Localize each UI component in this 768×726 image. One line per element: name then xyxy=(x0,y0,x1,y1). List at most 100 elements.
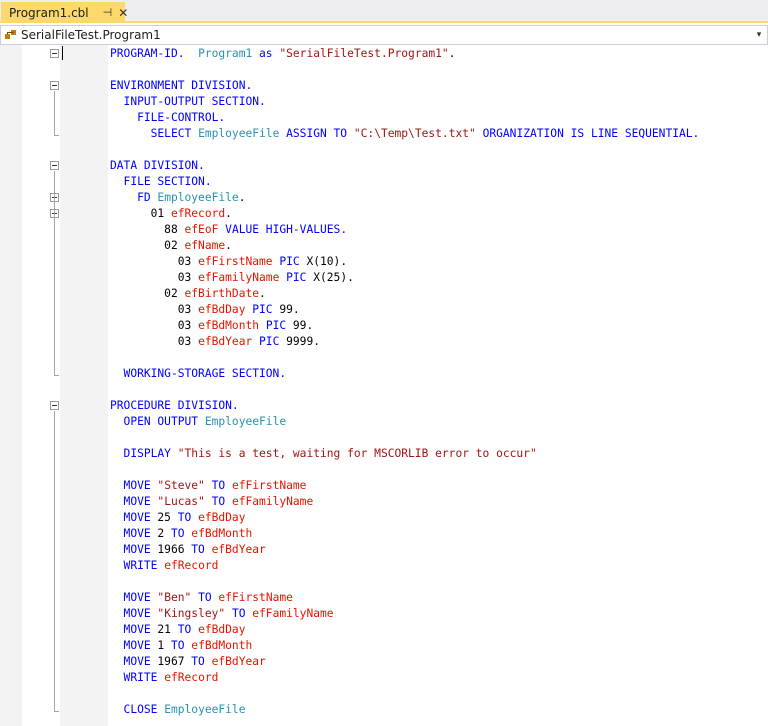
code-line[interactable]: 01 efRecord. xyxy=(0,206,768,222)
code-line-text: MOVE 1966 TO efBdYear xyxy=(110,542,266,558)
code-line[interactable]: MOVE "Lucas" TO efFamilyName xyxy=(0,494,768,510)
code-line[interactable]: MOVE 1 TO efBdMonth xyxy=(0,638,768,654)
code-line[interactable]: 03 efFirstName PIC X(10). xyxy=(0,254,768,270)
code-token: PIC xyxy=(286,271,307,284)
code-line[interactable]: MOVE 2 TO efBdMonth xyxy=(0,526,768,542)
code-token: "This is a test, waiting for MSCORLIB er… xyxy=(177,447,537,460)
code-line[interactable]: MOVE "Kingsley" TO efFamilyName xyxy=(0,606,768,622)
code-editor[interactable]: PROGRAM-ID. Program1 as "SerialFileTest.… xyxy=(0,45,768,726)
code-line[interactable]: CLOSE EmployeeFile xyxy=(0,702,768,718)
code-line[interactable]: DISPLAY "This is a test, waiting for MSC… xyxy=(0,446,768,462)
code-line-text: CLOSE EmployeeFile xyxy=(110,702,246,718)
code-line[interactable]: PROCEDURE DIVISION. xyxy=(0,398,768,414)
chevron-down-icon[interactable]: ▾ xyxy=(751,30,767,40)
code-line[interactable]: 03 efBdMonth PIC 99. xyxy=(0,318,768,334)
code-line[interactable]: WORKING-STORAGE SECTION. xyxy=(0,366,768,382)
code-token: as xyxy=(259,47,273,60)
code-line[interactable]: 03 efBdDay PIC 99. xyxy=(0,302,768,318)
code-token: efBdDay xyxy=(198,623,246,636)
code-line[interactable]: WRITE efRecord xyxy=(0,670,768,686)
code-token: MOVE xyxy=(123,591,151,604)
code-token: efRecord xyxy=(170,207,226,220)
code-line-text: INPUT-OUTPUT SECTION. xyxy=(110,94,266,110)
code-line[interactable]: 02 efBirthDate. xyxy=(0,286,768,302)
code-line[interactable] xyxy=(0,62,768,78)
code-token: EmployeeFile xyxy=(204,415,287,428)
code-line[interactable]: FD EmployeeFile. xyxy=(0,190,768,206)
code-token: DISPLAY xyxy=(123,447,171,460)
code-line[interactable] xyxy=(0,430,768,446)
code-line-text: MOVE "Lucas" TO efFamilyName xyxy=(110,494,314,510)
code-line[interactable] xyxy=(0,462,768,478)
code-line-text: 03 efFirstName PIC X(10). xyxy=(110,254,347,270)
code-line-text: MOVE 21 TO efBdDay xyxy=(110,622,246,638)
code-token: MOVE xyxy=(123,543,151,556)
code-line[interactable]: 03 efBdYear PIC 9999. xyxy=(0,334,768,350)
tab-program1-cbl[interactable]: Program1.cbl ⊣ ✕ xyxy=(1,2,128,23)
code-line[interactable]: MOVE 1966 TO efBdYear xyxy=(0,542,768,558)
code-line-text: MOVE 2 TO efBdMonth xyxy=(110,526,253,542)
code-line[interactable]: MOVE 21 TO efBdDay xyxy=(0,622,768,638)
code-line[interactable]: DATA DIVISION. xyxy=(0,158,768,174)
code-token: efRecord xyxy=(164,559,219,572)
code-token: ASSIGN TO xyxy=(286,127,348,140)
code-token: FILE-CONTROL. xyxy=(137,111,226,124)
code-line[interactable] xyxy=(0,686,768,702)
code-line[interactable]: OPEN OUTPUT EmployeeFile xyxy=(0,414,768,430)
code-line[interactable]: FILE SECTION. xyxy=(0,174,768,190)
code-line-text: MOVE 1 TO efBdMonth xyxy=(110,638,253,654)
code-token: . xyxy=(225,239,232,252)
code-line[interactable]: PROGRAM-ID. Program1 as "SerialFileTest.… xyxy=(0,46,768,62)
code-token: ORGANIZATION IS LINE SEQUENTIAL. xyxy=(482,127,700,140)
code-token: efBdMonth xyxy=(191,639,253,652)
code-token: 02 xyxy=(110,287,185,300)
code-token: TO xyxy=(170,639,185,652)
code-token: efFamilyName xyxy=(252,607,334,620)
code-token: efFirstName xyxy=(198,255,273,268)
code-line[interactable]: ENVIRONMENT DIVISION. xyxy=(0,78,768,94)
code-line[interactable]: MOVE 25 TO efBdDay xyxy=(0,510,768,526)
code-token: MOVE xyxy=(123,479,151,492)
code-line[interactable] xyxy=(0,382,768,398)
code-line[interactable]: MOVE 1967 TO efBdYear xyxy=(0,654,768,670)
code-line[interactable]: 88 efEoF VALUE HIGH-VALUES. xyxy=(0,222,768,238)
code-line[interactable] xyxy=(0,574,768,590)
class-selector-label: SerialFileTest.Program1 xyxy=(21,28,161,42)
code-line[interactable]: MOVE "Ben" TO efFirstName xyxy=(0,590,768,606)
code-line[interactable]: INPUT-OUTPUT SECTION. xyxy=(0,94,768,110)
code-line-text: DATA DIVISION. xyxy=(110,158,205,174)
navigation-bar[interactable]: SerialFileTest.Program1 ▾ xyxy=(0,25,768,45)
code-line[interactable]: 03 efFamilyName PIC X(25). xyxy=(0,270,768,286)
code-token: . xyxy=(238,191,246,204)
code-token: PIC xyxy=(279,255,300,268)
code-line[interactable]: FILE-CONTROL. xyxy=(0,110,768,126)
code-token: efBdYear xyxy=(211,655,266,668)
code-token: efFamilyName xyxy=(231,495,314,508)
code-token: TO xyxy=(211,479,226,492)
close-icon[interactable]: ✕ xyxy=(118,6,128,20)
code-line[interactable]: MOVE "Steve" TO efFirstName xyxy=(0,478,768,494)
code-token: "Steve" xyxy=(157,479,205,492)
code-token: TO xyxy=(177,623,192,636)
code-line[interactable] xyxy=(0,350,768,366)
code-token: efBdMonth xyxy=(191,527,253,540)
code-token: SELECT xyxy=(150,127,192,140)
pin-icon[interactable]: ⊣ xyxy=(103,6,113,19)
code-line[interactable]: SELECT EmployeeFile ASSIGN TO "C:\Temp\T… xyxy=(0,126,768,142)
code-token: 1967 xyxy=(150,655,192,668)
code-line[interactable] xyxy=(0,142,768,158)
code-token: TO xyxy=(177,511,192,524)
code-line[interactable]: 02 efName. xyxy=(0,238,768,254)
code-line[interactable]: WRITE efRecord xyxy=(0,558,768,574)
code-token: efBdDay xyxy=(198,511,246,524)
